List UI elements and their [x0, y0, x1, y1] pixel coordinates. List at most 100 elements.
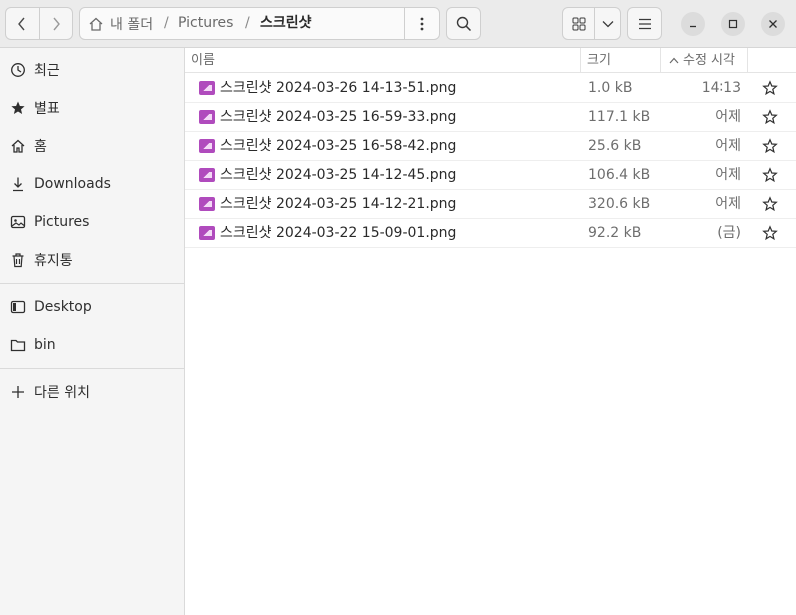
column-divider[interactable]	[660, 48, 661, 73]
sidebar-item-desktop[interactable]: Desktop	[0, 291, 184, 323]
column-divider[interactable]	[580, 48, 581, 73]
breadcrumb-separator: /	[245, 15, 250, 31]
sidebar-item-label: 홈	[34, 139, 47, 155]
file-modified: 어제	[715, 196, 741, 212]
sidebar-item-label: Desktop	[34, 299, 92, 315]
column-header-modified[interactable]: 수정 시각	[669, 48, 735, 73]
desktop-icon	[0, 299, 34, 315]
file-size: 320.6 kB	[588, 196, 651, 212]
image-file-icon	[199, 81, 215, 95]
file-row[interactable]: 스크린샷 2024-03-22 15-09-01.png 92.2 kB (금)	[185, 219, 796, 248]
file-modified: (금)	[717, 225, 741, 241]
file-modified: 14∶13	[701, 80, 741, 96]
file-list-view: 이름 크기 수정 시각 스크린샷 2024-03-26 14-13-51.png…	[185, 48, 796, 615]
main-menu-button[interactable]	[627, 7, 662, 40]
hamburger-menu-icon	[638, 18, 651, 29]
star-outline-icon[interactable]	[762, 196, 778, 212]
sidebar-item-label: bin	[34, 337, 56, 353]
search-button[interactable]	[446, 7, 481, 40]
sidebar-item-downloads[interactable]: Downloads	[0, 168, 184, 200]
view-toggle-group	[562, 7, 621, 40]
sidebar-item-label: Downloads	[34, 176, 111, 192]
home-icon	[0, 138, 34, 154]
header-bar: 내 폴더 / Pictures / 스크린샷	[0, 0, 796, 48]
sort-ascending-icon	[669, 57, 679, 64]
file-row[interactable]: 스크린샷 2024-03-25 14-12-21.png 320.6 kB 어제	[185, 190, 796, 219]
vertical-ellipsis-icon	[420, 17, 424, 30]
star-outline-icon[interactable]	[762, 138, 778, 154]
breadcrumb-home[interactable]: 내 폴더	[88, 8, 153, 39]
sidebar-item-trash[interactable]: 휴지통	[0, 244, 184, 276]
grid-icon	[572, 17, 585, 30]
minimize-icon	[690, 25, 696, 28]
close-icon	[769, 20, 777, 28]
pictures-icon	[0, 214, 34, 230]
chevron-right-icon	[53, 17, 60, 30]
sidebar-item-home[interactable]: 홈	[0, 130, 184, 162]
breadcrumb-separator: /	[164, 15, 169, 31]
file-size: 25.6 kB	[588, 138, 642, 154]
maximize-button[interactable]	[721, 12, 745, 36]
column-header: 이름 크기 수정 시각	[185, 48, 796, 73]
path-bar: 내 폴더 / Pictures / 스크린샷	[79, 7, 440, 40]
breadcrumb-home-label: 내 폴더	[110, 16, 154, 33]
sidebar-divider	[0, 368, 184, 369]
file-name: 스크린샷 2024-03-26 14-13-51.png	[220, 80, 457, 96]
image-file-icon	[199, 139, 215, 153]
minimize-button[interactable]	[681, 12, 705, 36]
column-header-size[interactable]: 크기	[587, 48, 611, 73]
file-name: 스크린샷 2024-03-25 14-12-45.png	[220, 167, 457, 183]
file-name: 스크린샷 2024-03-25 16-58-42.png	[220, 138, 457, 154]
sidebar: 최근 별표 홈 Downloads Pictures 휴지통 Desktop b…	[0, 48, 185, 615]
back-button[interactable]	[6, 8, 39, 39]
chevron-down-icon	[602, 20, 613, 27]
sidebar-item-bin[interactable]: bin	[0, 329, 184, 361]
image-file-icon	[199, 226, 215, 240]
sidebar-item-label: 최근	[34, 63, 60, 79]
download-icon	[0, 176, 34, 192]
column-header-name[interactable]: 이름	[191, 48, 215, 73]
column-divider[interactable]	[747, 48, 748, 73]
home-icon	[89, 17, 103, 31]
file-modified: 어제	[715, 138, 741, 154]
file-size: 106.4 kB	[588, 167, 651, 183]
folder-menu-button[interactable]	[404, 8, 439, 39]
close-button[interactable]	[761, 12, 785, 36]
file-size: 92.2 kB	[588, 225, 642, 241]
sidebar-item-label: Pictures	[34, 214, 90, 230]
sidebar-item-other-locations[interactable]: 다른 위치	[0, 376, 184, 408]
star-outline-icon[interactable]	[762, 80, 778, 96]
file-row[interactable]: 스크린샷 2024-03-25 14-12-45.png 106.4 kB 어제	[185, 161, 796, 190]
maximize-icon	[728, 19, 738, 29]
folder-icon	[0, 337, 34, 353]
sidebar-item-label: 별표	[34, 101, 60, 117]
image-file-icon	[199, 168, 215, 182]
sidebar-item-starred[interactable]: 별표	[0, 92, 184, 124]
star-icon	[0, 100, 34, 116]
star-outline-icon[interactable]	[762, 167, 778, 183]
file-size: 1.0 kB	[588, 80, 633, 96]
search-icon	[456, 16, 471, 31]
file-row[interactable]: 스크린샷 2024-03-25 16-58-42.png 25.6 kB 어제	[185, 132, 796, 161]
star-outline-icon[interactable]	[762, 225, 778, 241]
file-modified: 어제	[715, 167, 741, 183]
image-file-icon	[199, 110, 215, 124]
sidebar-item-label: 다른 위치	[34, 385, 90, 401]
breadcrumb-pictures[interactable]: Pictures	[178, 8, 233, 39]
forward-button[interactable]	[38, 8, 72, 39]
view-options-button[interactable]	[595, 8, 620, 39]
file-modified: 어제	[715, 109, 741, 125]
sidebar-item-label: 휴지통	[34, 253, 73, 269]
clock-icon	[0, 62, 34, 78]
grid-view-button[interactable]	[563, 8, 595, 39]
trash-icon	[0, 252, 34, 268]
breadcrumb-current[interactable]: 스크린샷	[260, 8, 312, 39]
chevron-left-icon	[18, 17, 26, 30]
file-name: 스크린샷 2024-03-25 16-59-33.png	[220, 109, 457, 125]
sidebar-item-recent[interactable]: 최근	[0, 54, 184, 86]
file-row[interactable]: 스크린샷 2024-03-25 16-59-33.png 117.1 kB 어제	[185, 103, 796, 132]
file-row[interactable]: 스크린샷 2024-03-26 14-13-51.png 1.0 kB 14∶1…	[185, 74, 796, 103]
image-file-icon	[199, 197, 215, 211]
star-outline-icon[interactable]	[762, 109, 778, 125]
sidebar-item-pictures[interactable]: Pictures	[0, 206, 184, 238]
